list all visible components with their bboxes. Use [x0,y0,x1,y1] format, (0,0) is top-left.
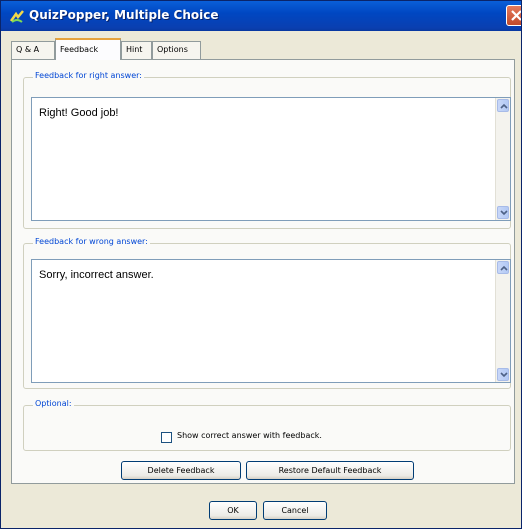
right-answer-scrollbar[interactable] [495,98,510,220]
show-correct-answer-label[interactable]: Show correct answer with feedback. [177,431,322,440]
wrong-answer-scrollbar[interactable] [495,260,510,382]
delete-feedback-button[interactable]: Delete Feedback [121,461,241,480]
window-title: QuizPopper, Multiple Choice [29,8,219,22]
tab-feedback[interactable]: Feedback [55,38,121,60]
dialog-window: QuizPopper, Multiple Choice Q & A Feedba… [0,0,522,529]
tab-options[interactable]: Options [152,41,201,59]
cancel-button[interactable]: Cancel [263,501,327,520]
ok-button[interactable]: OK [209,501,257,520]
show-correct-answer-checkbox[interactable] [161,432,172,443]
tab-hint[interactable]: Hint [121,41,152,59]
scroll-down-button[interactable] [497,368,509,381]
optional-group [23,405,511,451]
right-answer-textarea[interactable]: Right! Good job! [31,97,511,221]
right-answer-legend: Feedback for right answer: [33,71,144,80]
right-answer-text: Right! Good job! [39,107,119,119]
optional-legend: Optional: [33,399,74,408]
scroll-up-button[interactable] [497,261,509,274]
wrong-answer-textarea[interactable]: Sorry, incorrect answer. [31,259,511,383]
title-bar[interactable]: QuizPopper, Multiple Choice [1,1,521,31]
wrong-answer-legend: Feedback for wrong answer: [33,237,150,246]
scroll-up-button[interactable] [497,99,509,112]
wrong-answer-text: Sorry, incorrect answer. [39,269,154,281]
close-button[interactable] [506,5,521,26]
tab-q-and-a[interactable]: Q & A [11,41,55,59]
quizpopper-app-icon [9,8,25,24]
restore-default-feedback-button[interactable]: Restore Default Feedback [246,461,414,480]
scroll-down-button[interactable] [497,206,509,219]
